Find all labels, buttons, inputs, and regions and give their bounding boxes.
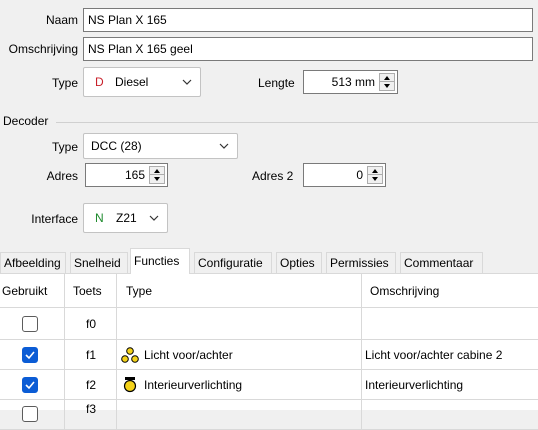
- table-row-f2-description[interactable]: Interieurverlichting: [362, 370, 538, 400]
- table-row-f0-key: f0: [65, 308, 117, 340]
- tab-afbeelding[interactable]: Afbeelding: [0, 252, 66, 273]
- decoder-type-label: Type: [51, 140, 78, 154]
- table-row-f3-used: [0, 400, 65, 430]
- decoder-type-value: DCC (28): [91, 139, 142, 153]
- name-label: Naam: [45, 13, 78, 27]
- table-row-f0-used: [0, 308, 65, 340]
- decoder-type-dropdown[interactable]: DCC (28): [83, 133, 238, 159]
- name-field[interactable]: NS Plan X 165: [83, 8, 533, 32]
- arrow-up-icon: [384, 76, 390, 80]
- arrow-down-icon: [384, 84, 390, 88]
- address-increment-button[interactable]: [150, 167, 164, 175]
- tab-snelheid[interactable]: Snelheid: [70, 252, 128, 273]
- table-row-f1-type[interactable]: Licht voor/achter: [117, 340, 362, 370]
- decoder-section-label: Decoder: [3, 114, 49, 128]
- tab-commentaar[interactable]: Commentaar: [400, 252, 483, 273]
- length-increment-button[interactable]: [380, 74, 394, 82]
- diesel-letter-icon: D: [95, 75, 104, 89]
- functions-table[interactable]: Gebruikt Toets Type Omschrijving f0 f1 L…: [0, 273, 538, 430]
- arrow-up-icon: [372, 169, 378, 173]
- table-row-f0-description[interactable]: [362, 308, 538, 340]
- address2-increment-button[interactable]: [368, 167, 382, 175]
- chevron-down-icon: [182, 79, 192, 85]
- arrow-down-icon: [154, 177, 160, 181]
- chevron-down-icon: [149, 215, 159, 221]
- interior-lamp-icon: [123, 377, 137, 393]
- address2-stepper[interactable]: 0: [303, 163, 386, 187]
- checkmark-icon: [25, 351, 35, 360]
- address2-decrement-button[interactable]: [368, 175, 382, 184]
- used-checkbox-f2[interactable]: [22, 377, 38, 393]
- used-checkbox-f0[interactable]: [22, 316, 38, 332]
- address2-label: Adres 2: [252, 169, 294, 183]
- address-label: Adres: [46, 169, 78, 183]
- table-row-f3-key: f3: [65, 400, 117, 430]
- tab-permissies[interactable]: Permissies: [326, 252, 396, 273]
- arrow-up-icon: [154, 169, 160, 173]
- table-row-f3-type[interactable]: [117, 400, 362, 430]
- table-row-f0-type[interactable]: [117, 308, 362, 340]
- column-header-toets[interactable]: Toets: [65, 274, 117, 308]
- interface-dropdown-value: Z21: [116, 211, 137, 225]
- table-row-f1-used: [0, 340, 65, 370]
- table-row-f2-type-label: Interieurverlichting: [144, 378, 243, 392]
- table-row-f3-description[interactable]: [362, 400, 538, 430]
- address-stepper[interactable]: 165: [85, 163, 168, 187]
- headlights-icon: [121, 347, 139, 363]
- address2-value: 0: [356, 168, 363, 182]
- tab-configuratie[interactable]: Configuratie: [194, 252, 272, 273]
- decoder-divider: [56, 122, 538, 123]
- table-row-f1-description[interactable]: Licht voor/achter cabine 2: [362, 340, 538, 370]
- table-row-f2-key: f2: [65, 370, 117, 400]
- tab-opties[interactable]: Opties: [276, 252, 322, 273]
- address-value: 165: [124, 168, 145, 182]
- column-header-type[interactable]: Type: [117, 274, 362, 308]
- table-row-f2-used: [0, 370, 65, 400]
- length-label: Lengte: [258, 76, 295, 90]
- table-row-f1-key: f1: [65, 340, 117, 370]
- column-header-omschrijving[interactable]: Omschrijving: [362, 274, 538, 308]
- address-decrement-button[interactable]: [150, 175, 164, 184]
- type-dropdown-value: Diesel: [115, 75, 149, 89]
- table-row-f1-type-label: Licht voor/achter: [144, 348, 233, 362]
- type-dropdown[interactable]: D Diesel: [83, 67, 201, 97]
- used-checkbox-f1[interactable]: [22, 347, 38, 363]
- arrow-down-icon: [372, 177, 378, 181]
- length-stepper[interactable]: 513 mm: [303, 70, 398, 94]
- chevron-down-icon: [219, 143, 229, 149]
- description-label: Omschrijving: [8, 42, 78, 56]
- interface-letter-icon: N: [95, 211, 104, 225]
- description-field[interactable]: NS Plan X 165 geel: [83, 37, 533, 61]
- tab-functies[interactable]: Functies: [130, 248, 190, 274]
- column-header-gebruikt[interactable]: Gebruikt: [0, 274, 65, 308]
- used-checkbox-f3[interactable]: [22, 406, 38, 422]
- type-label: Type: [51, 76, 78, 90]
- length-value: 513 mm: [331, 75, 375, 89]
- table-row-f2-type[interactable]: Interieurverlichting: [117, 370, 362, 400]
- interface-label: Interface: [31, 212, 78, 226]
- interface-dropdown[interactable]: N Z21: [83, 203, 168, 233]
- length-decrement-button[interactable]: [380, 82, 394, 91]
- checkmark-icon: [25, 381, 35, 390]
